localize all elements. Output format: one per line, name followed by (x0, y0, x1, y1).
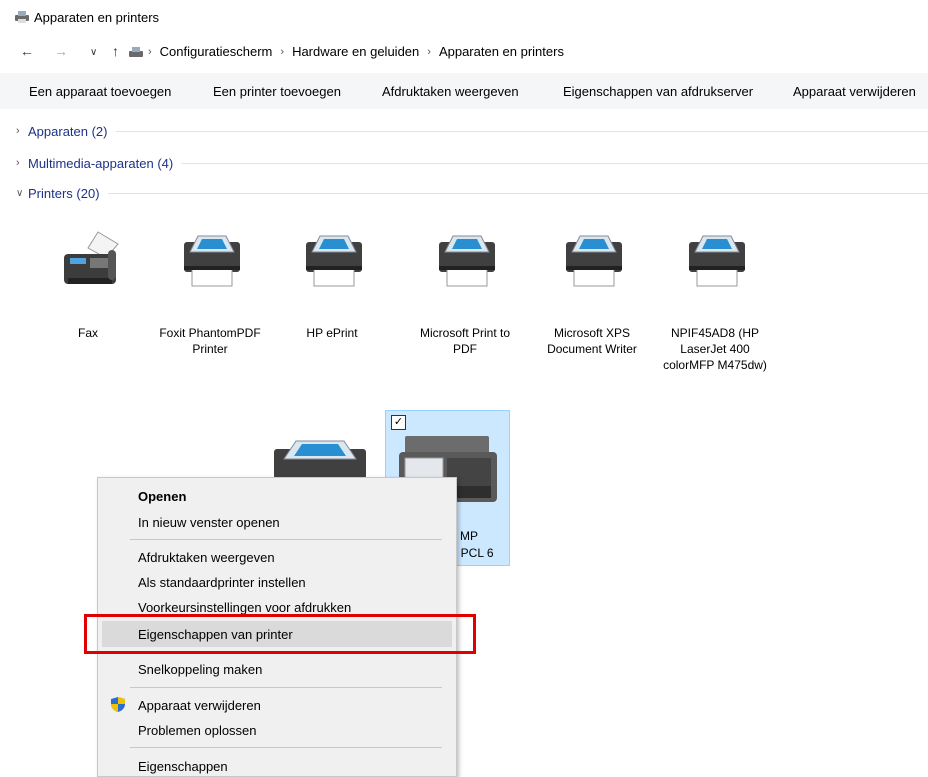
device-label: Fax (77, 326, 98, 340)
print-server-properties-button[interactable]: Eigenschappen van afdrukserver (563, 84, 753, 99)
address-bar: ← → ∨ ↑ › Configuratiescherm › Hardware … (0, 36, 928, 68)
fax-icon (60, 228, 120, 292)
menu-separator (130, 747, 442, 748)
group-label: Multimedia-apparaten (4) (28, 155, 174, 171)
recent-locations-chevron-icon[interactable]: ∨ (90, 47, 97, 58)
device-label: Microsoft XPS Document Writer (547, 326, 637, 356)
group-label: Apparaten (2) (28, 123, 108, 139)
breadcrumb-separator-icon[interactable]: › (427, 46, 431, 58)
back-arrow-icon[interactable]: ← (20, 43, 34, 59)
location-icon (128, 46, 144, 63)
device-label: HP ePrint (306, 326, 358, 340)
device-label: l MP : PCL 6 (454, 529, 494, 560)
printer-icon (182, 228, 242, 292)
breadcrumb-item[interactable]: Configuratiescherm (160, 44, 273, 59)
device-label: Microsoft Print to PDF (419, 326, 511, 356)
breadcrumb-item[interactable]: Hardware en geluiden (292, 44, 419, 59)
menu-item-create-shortcut[interactable]: Snelkoppeling maken (138, 662, 262, 677)
breadcrumb-separator-icon[interactable]: › (148, 46, 152, 58)
forward-arrow-icon[interactable]: → (54, 43, 68, 59)
add-printer-button[interactable]: Een printer toevoegen (213, 84, 341, 99)
printer-icon (274, 440, 366, 479)
printer-icon (437, 228, 497, 292)
printer-icon (687, 228, 747, 292)
menu-item-open[interactable]: Openen (138, 489, 186, 504)
group-divider (181, 162, 928, 164)
menu-item-set-default[interactable]: Als standaardprinter instellen (138, 575, 306, 590)
highlight-annotation-box (84, 614, 476, 654)
window-title: Apparaten en printers (34, 10, 160, 25)
menu-item-open-new-window[interactable]: In nieuw venster openen (138, 515, 280, 530)
group-devices[interactable]: › Apparaten (2) (16, 122, 928, 140)
uac-shield-icon (110, 696, 126, 716)
menu-item-view-print-jobs[interactable]: Afdruktaken weergeven (138, 550, 275, 565)
breadcrumb: › Configuratiescherm › Hardware en gelui… (148, 44, 564, 59)
command-bar: Een apparaat toevoegen Een printer toevo… (0, 73, 928, 109)
printer-icon (564, 228, 624, 292)
title-bar: Apparaten en printers (0, 0, 928, 36)
group-label: Printers (20) (28, 185, 100, 201)
group-divider (107, 192, 928, 194)
chevron-right-icon: › (16, 157, 20, 169)
remove-device-button[interactable]: Apparaat verwijderen (793, 84, 916, 99)
menu-item-properties[interactable]: Eigenschappen (138, 759, 228, 774)
group-printers[interactable]: ∨ Printers (20) (16, 184, 928, 202)
up-arrow-icon[interactable]: ↑ (112, 43, 119, 59)
breadcrumb-item[interactable]: Apparaten en printers (439, 44, 564, 59)
menu-separator (130, 687, 442, 688)
view-print-jobs-button[interactable]: Afdruktaken weergeven (382, 84, 519, 99)
device-partial-printer[interactable] (272, 435, 368, 479)
breadcrumb-separator-icon[interactable]: › (280, 46, 284, 58)
selection-checkbox[interactable]: ✓ (391, 415, 406, 430)
group-divider (115, 130, 928, 132)
devices-printers-icon (14, 10, 30, 27)
menu-separator (130, 539, 442, 540)
printer-icon (304, 228, 364, 292)
chevron-down-icon: ∨ (16, 187, 24, 199)
menu-item-remove-device[interactable]: Apparaat verwijderen (138, 698, 261, 713)
chevron-right-icon: › (16, 125, 20, 137)
device-label: Foxit PhantomPDF Printer (159, 326, 261, 356)
device-label: NPIF45AD8 (HP LaserJet 400 colorMFP M475… (663, 326, 767, 372)
menu-item-printing-preferences[interactable]: Voorkeursinstellingen voor afdrukken (138, 600, 351, 615)
menu-item-troubleshoot[interactable]: Problemen oplossen (138, 723, 257, 738)
group-multimedia[interactable]: › Multimedia-apparaten (4) (16, 154, 928, 172)
add-device-button[interactable]: Een apparaat toevoegen (29, 84, 171, 99)
